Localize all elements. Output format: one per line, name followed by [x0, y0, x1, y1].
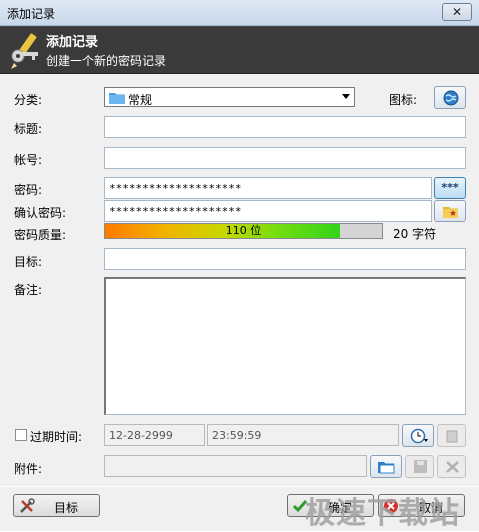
char-count: 20 字符 [393, 227, 437, 241]
attach-open-button[interactable] [370, 455, 402, 478]
expire-checkbox[interactable] [15, 429, 27, 441]
attachment-input[interactable] [104, 455, 367, 477]
tools-button[interactable]: 目标 [13, 494, 100, 517]
notes-label: 备注: [14, 283, 43, 297]
title-bar [0, 0, 479, 26]
notes-textarea[interactable] [104, 277, 466, 415]
quality-bar-text: 110 位 [225, 224, 262, 237]
header-title: 添加记录 [46, 35, 99, 50]
category-select[interactable]: 常规 [104, 87, 355, 107]
target-label: 目标: [14, 255, 43, 269]
confirm-password-input[interactable]: ******************** [104, 200, 432, 222]
attach-remove-button[interactable] [437, 455, 466, 478]
generate-password-button[interactable] [434, 200, 466, 222]
globe-icon [443, 90, 459, 106]
save-icon [414, 460, 427, 473]
header-subtitle: 创建一个新的密码记录 [46, 54, 167, 68]
title-label: 标题: [14, 122, 43, 136]
expire-clear-button[interactable] [437, 424, 466, 447]
account-input[interactable] [104, 147, 466, 169]
remove-icon [446, 461, 459, 473]
tools-icon [20, 498, 35, 513]
category-value: 常规 [128, 93, 153, 107]
watermark-text: 极速下载站 [305, 496, 460, 531]
open-folder-icon [378, 462, 395, 474]
clock-icon [410, 428, 428, 444]
target-input[interactable] [104, 248, 466, 270]
expire-label: 过期时间: [30, 430, 83, 444]
folder-icon [109, 93, 125, 104]
category-label: 分类: [14, 93, 43, 107]
window-title: 添加记录 [7, 7, 56, 21]
folder-star-icon [443, 207, 458, 218]
calendar-icon [446, 430, 458, 443]
password-label: 密码: [14, 183, 43, 197]
footer-divider [0, 486, 479, 487]
quality-bar: 110 位 [104, 223, 383, 239]
password-input[interactable]: ******************** [104, 177, 432, 199]
confirm-password-label: 确认密码: [14, 206, 67, 220]
tools-button-label: 目标 [54, 501, 79, 515]
icon-label: 图标: [389, 93, 418, 107]
key-pencil-icon [11, 33, 38, 69]
chevron-down-icon [342, 94, 350, 99]
title-input[interactable] [104, 116, 466, 138]
account-label: 帐号: [14, 153, 43, 167]
attachment-label: 附件: [14, 462, 43, 476]
icon-picker-button[interactable] [434, 86, 466, 109]
quality-label: 密码质量: [14, 228, 67, 242]
show-password-button[interactable]: *** [434, 177, 466, 199]
expire-date-input[interactable]: 12-28-2999 [104, 424, 205, 446]
expire-time-input[interactable]: 23:59:59 [207, 424, 399, 446]
close-button[interactable]: ✕ [442, 3, 472, 21]
expire-preset-button[interactable] [402, 424, 434, 447]
attach-save-button[interactable] [405, 455, 434, 478]
